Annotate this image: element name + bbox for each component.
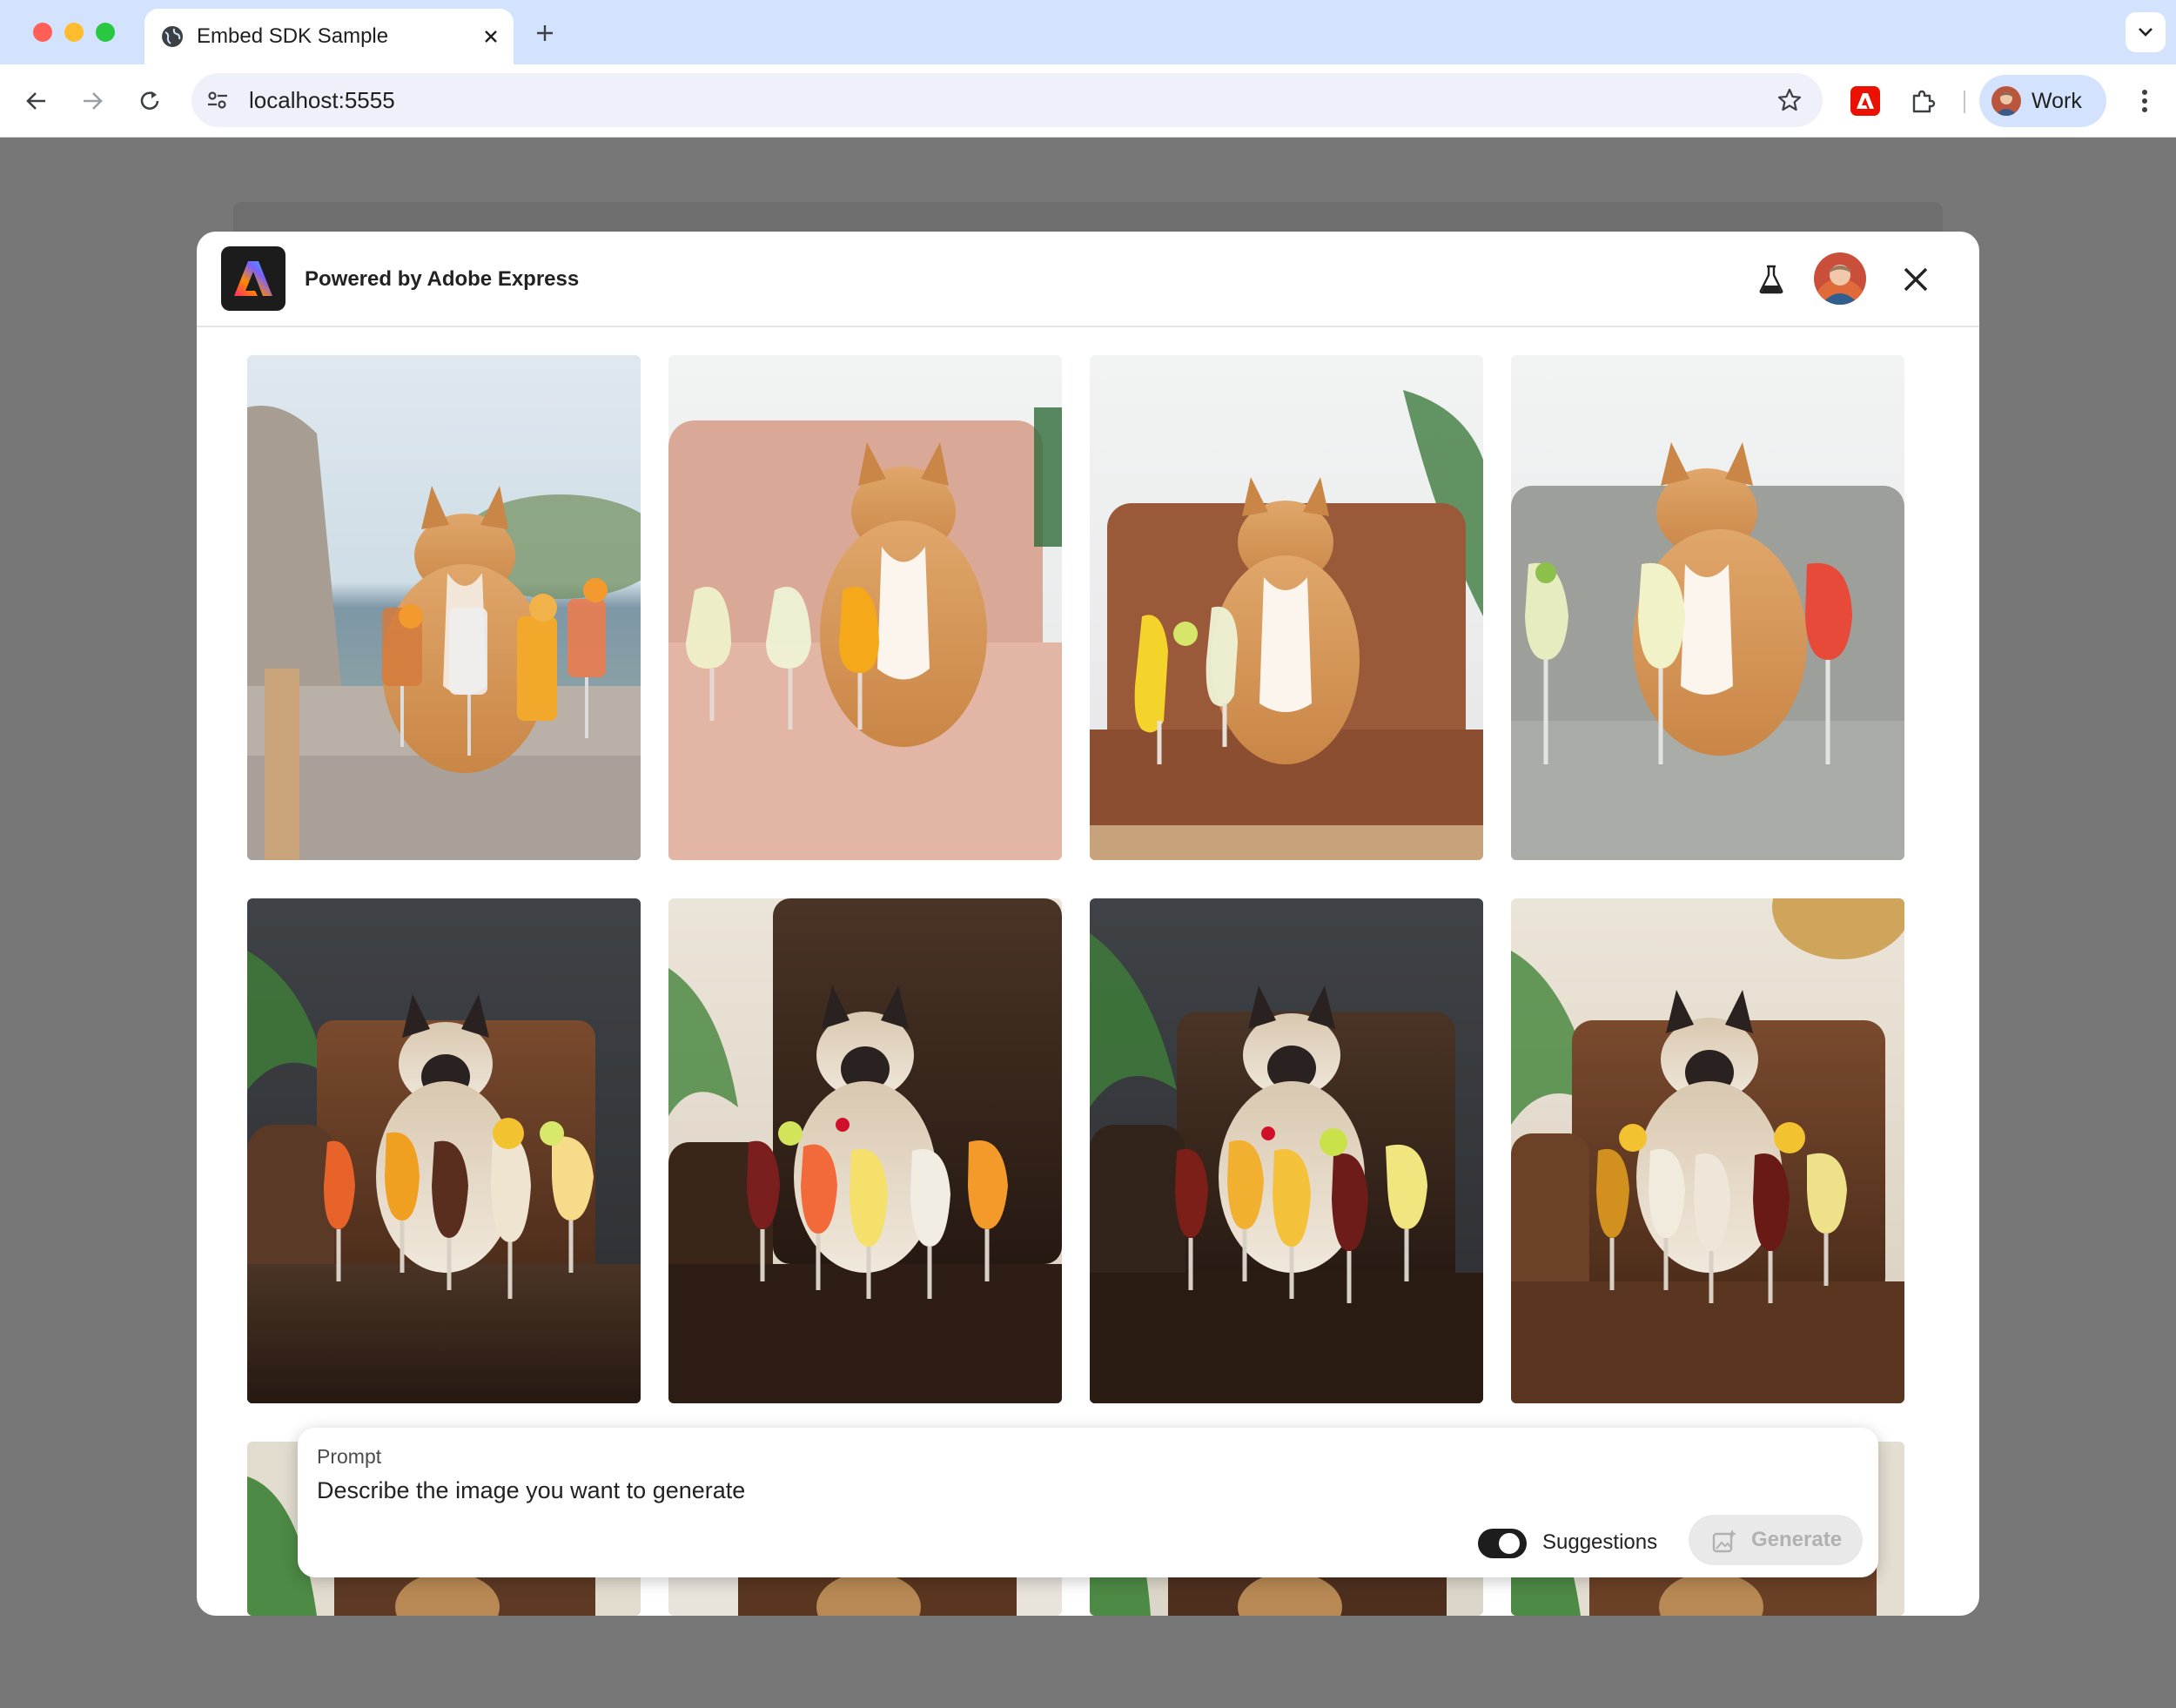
generated-image-tile[interactable]: [1090, 898, 1483, 1403]
toolbar-divider: [1964, 91, 1965, 113]
profile-button[interactable]: Work: [1979, 75, 2106, 127]
extensions-puzzle-icon[interactable]: [1906, 85, 1939, 118]
browser-tab[interactable]: Embed SDK Sample: [144, 9, 514, 64]
back-arrow-left-icon[interactable]: [17, 82, 56, 120]
toggle-knob: [1499, 1533, 1520, 1554]
reload-icon[interactable]: [131, 82, 169, 120]
generate-label: Generate: [1751, 1528, 1843, 1551]
generated-image-tile[interactable]: [668, 355, 1062, 860]
address-bar[interactable]: localhost:5555: [191, 73, 1823, 127]
prompt-panel: Prompt Suggestions Generate: [298, 1428, 1878, 1577]
generated-image-tile[interactable]: [1511, 355, 1904, 860]
profile-avatar: [1991, 86, 2021, 116]
prompt-input[interactable]: [317, 1473, 1622, 1508]
adobe-express-logo-icon: [221, 246, 285, 311]
forward-arrow-right-icon[interactable]: [73, 82, 111, 120]
globe-icon: [160, 24, 185, 49]
adobe-express-modal: Powered by Adobe Express Prompt Describe…: [197, 232, 1979, 1616]
browser-toolbar: localhost:5555 Work: [0, 64, 2176, 138]
image-sparkle-icon: [1711, 1528, 1737, 1554]
profile-name: Work: [2032, 89, 2082, 113]
site-info-tune-icon[interactable]: [204, 86, 232, 114]
labs-flask-icon[interactable]: [1755, 263, 1788, 296]
modal-close-icon[interactable]: [1897, 261, 1934, 298]
bookmark-star-icon[interactable]: [1776, 86, 1803, 114]
new-tab-plus-icon[interactable]: [527, 16, 562, 50]
generated-image-tile[interactable]: [1090, 355, 1483, 860]
tab-close-icon[interactable]: [477, 23, 505, 50]
modal-title: Powered by Adobe Express: [305, 267, 580, 291]
adobe-extension-icon[interactable]: [1850, 86, 1880, 116]
tab-title: Embed SDK Sample: [197, 24, 389, 48]
generated-image-tile[interactable]: [1511, 898, 1904, 1403]
generated-image-tile[interactable]: [247, 355, 641, 860]
generated-image-tile[interactable]: [247, 898, 641, 1403]
modal-header: Powered by Adobe Express: [197, 232, 1979, 327]
suggestions-label: Suggestions: [1542, 1530, 1658, 1554]
window-close-button[interactable]: [33, 23, 52, 42]
window-zoom-button[interactable]: [96, 23, 115, 42]
prompt-label: Prompt: [317, 1445, 382, 1468]
url-text[interactable]: localhost:5555: [249, 73, 395, 127]
generate-button[interactable]: Generate: [1689, 1515, 1863, 1565]
tab-search-chevron-down-icon[interactable]: [2126, 12, 2166, 52]
browser-tab-strip: Embed SDK Sample: [0, 0, 2176, 64]
generated-image-tile[interactable]: [668, 898, 1062, 1403]
user-avatar[interactable]: [1814, 252, 1866, 305]
suggestions-toggle[interactable]: [1478, 1529, 1527, 1558]
window-minimize-button[interactable]: [64, 23, 84, 42]
browser-menu-kebab-icon[interactable]: [2127, 84, 2162, 118]
